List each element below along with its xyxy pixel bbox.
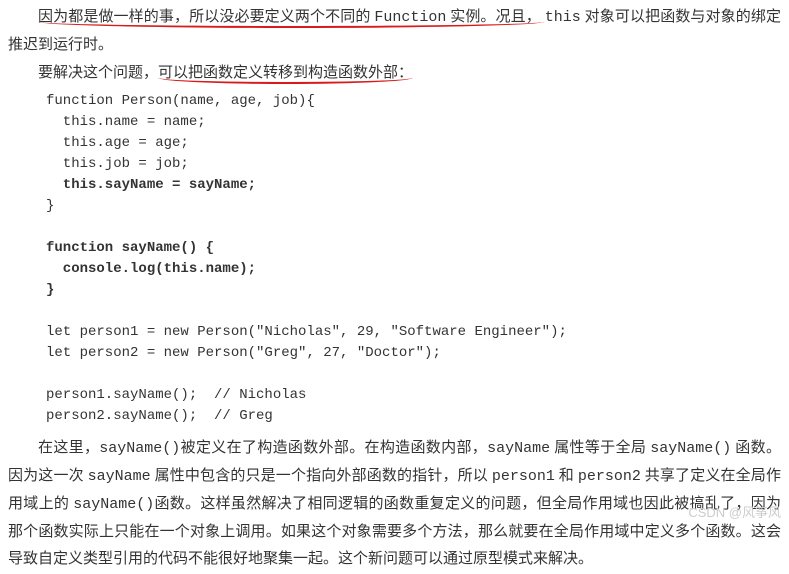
code-line-bold: function sayName() { (46, 240, 214, 256)
paragraph-3: 在这里，sayName()被定义在了构造函数外部。在构造函数内部，sayName… (8, 435, 781, 574)
underline-segment-1: 因为都是做一样的事，所以没必要定义两个不同的 Function 实例。况且， (38, 9, 545, 28)
text: 实例。况且， (446, 9, 541, 25)
code-block: function Person(name, age, job){ this.na… (8, 87, 781, 435)
paragraph-1: 因为都是做一样的事，所以没必要定义两个不同的 Function 实例。况且， t… (8, 4, 781, 60)
code-inline: sayName (487, 440, 550, 457)
code-inline: person2 (578, 468, 641, 485)
code-inline: sayName() (99, 440, 180, 457)
code-line: this.age = age; (46, 135, 189, 151)
code-inline: person1 (492, 468, 555, 485)
code-inline-function: Function (374, 9, 446, 26)
code-line: this.job = job; (46, 156, 189, 172)
text: 属性中包含的只是一个指向外部函数的指针，所以 (151, 468, 492, 484)
code-line: } (46, 198, 54, 214)
paragraph-2: 要解决这个问题，可以把函数定义转移到构造函数外部： (8, 60, 781, 88)
code-line: this.name = name; (46, 114, 206, 130)
code-line: function Person(name, age, job){ (46, 93, 315, 109)
code-inline: sayName() (650, 440, 731, 457)
text: 因为都是做一样的事，所以没必要定义两个不同的 (38, 9, 374, 25)
text: 要解决这个问题， (38, 65, 158, 81)
text: 属性等于全局 (550, 440, 650, 456)
code-line: person1.sayName(); // Nicholas (46, 387, 306, 403)
code-line: let person2 = new Person("Greg", 27, "Do… (46, 345, 441, 361)
code-line-bold: console.log(this.name); (46, 261, 256, 277)
text: 和 (555, 468, 578, 484)
code-line: person2.sayName(); // Greg (46, 408, 273, 424)
code-inline: sayName (88, 468, 151, 485)
code-line-bold: } (46, 282, 54, 298)
code-line-bold: this.sayName = sayName; (46, 177, 256, 193)
text: 在这里， (38, 440, 99, 456)
code-line: let person1 = new Person("Nicholas", 29,… (46, 324, 567, 340)
watermark: CSDN @风筝风 (688, 501, 781, 525)
underline-segment-2: 可以把函数定义转移到构造函数外部： (158, 65, 413, 84)
code-inline: sayName() (73, 496, 154, 513)
code-inline-this: this (545, 9, 581, 26)
text: 被定义在了构造函数外部。在构造函数内部， (180, 440, 487, 456)
